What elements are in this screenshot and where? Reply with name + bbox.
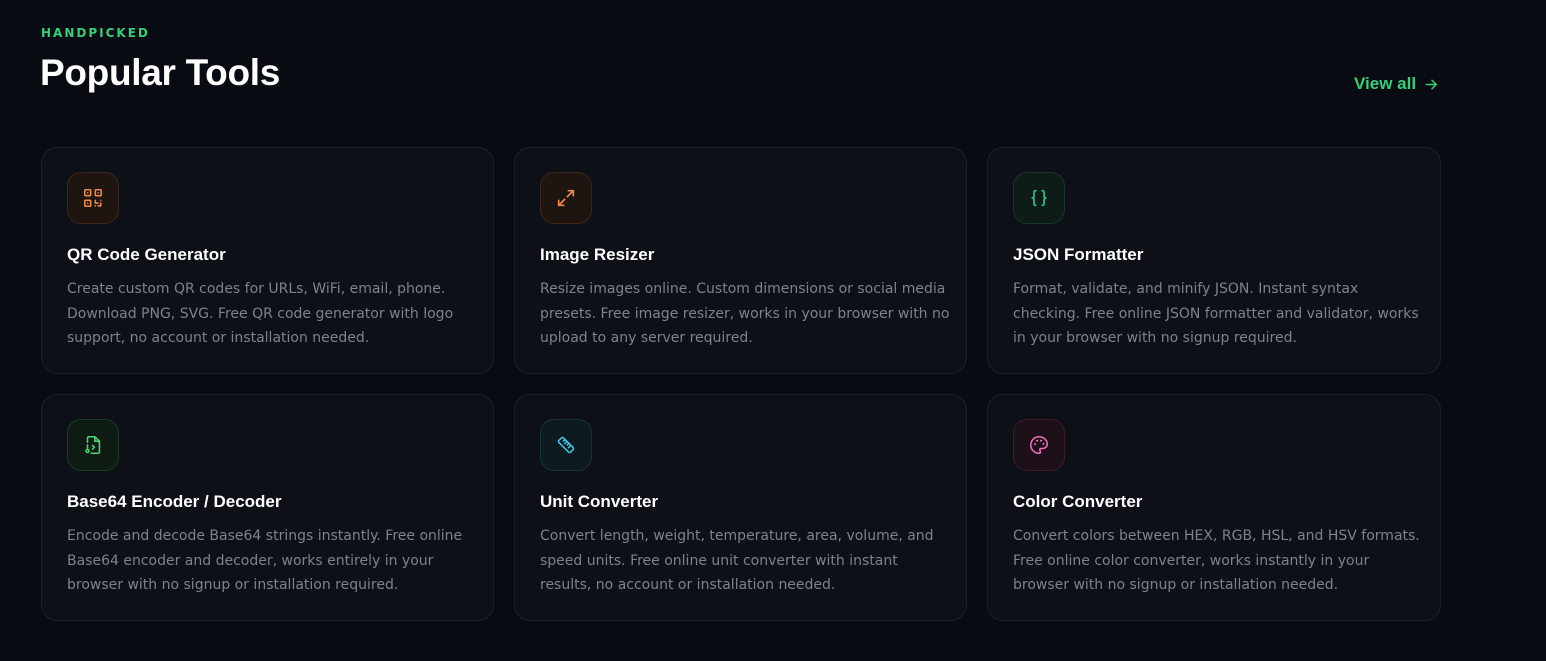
tool-description: Convert length, weight, temperature, are… — [540, 528, 934, 593]
arrow-right-icon — [1425, 79, 1437, 89]
tool-title: Unit Converter — [540, 492, 659, 511]
icon-box — [1013, 172, 1065, 224]
tool-card-unit-converter[interactable]: Unit Converter Convert length, weight, t… — [514, 394, 967, 621]
expand-arrows-icon — [557, 189, 575, 207]
tool-card-color-converter[interactable]: Color Converter Convert colors between H… — [987, 394, 1441, 621]
tool-title: Base64 Encoder / Decoder — [67, 492, 282, 511]
icon-box — [540, 419, 592, 471]
tool-description: Resize images online. Custom dimensions … — [540, 281, 950, 346]
tools-grid: QR Code Generator Create custom QR codes… — [41, 147, 1441, 621]
tool-title: Image Resizer — [540, 245, 655, 264]
section-eyebrow: HANDPICKED — [41, 26, 150, 40]
tool-card-base64-encoder-decoder[interactable]: Base64 Encoder / Decoder Encode and deco… — [41, 394, 494, 621]
popular-tools-section: HANDPICKED Popular Tools View all QR Cod… — [0, 0, 1546, 661]
curly-braces-icon — [1031, 189, 1047, 207]
palette-icon — [1029, 435, 1049, 455]
tool-description: Format, validate, and minify JSON. Insta… — [1013, 281, 1419, 346]
tool-card-json-formatter[interactable]: JSON Formatter Format, validate, and min… — [987, 147, 1441, 374]
section-title: Popular Tools — [40, 52, 281, 93]
icon-box — [67, 419, 119, 471]
tool-title: JSON Formatter — [1013, 245, 1144, 264]
qr-code-icon — [83, 188, 103, 208]
ruler-icon — [557, 436, 575, 454]
file-code-icon — [85, 435, 101, 455]
view-all-label: View all — [1354, 74, 1417, 93]
tool-description: Create custom QR codes for URLs, WiFi, e… — [67, 281, 454, 346]
icon-box — [1013, 419, 1065, 471]
tool-description: Encode and decode Base64 strings instant… — [67, 528, 463, 593]
view-all-link[interactable]: View all — [1354, 74, 1439, 94]
tool-title: Color Converter — [1013, 492, 1143, 511]
icon-box — [540, 172, 592, 224]
tool-description: Convert colors between HEX, RGB, HSL, an… — [1013, 528, 1420, 593]
tool-title: QR Code Generator — [67, 245, 226, 264]
icon-box — [67, 172, 119, 224]
tool-card-qr-code-generator[interactable]: QR Code Generator Create custom QR codes… — [41, 147, 494, 374]
tool-card-image-resizer[interactable]: Image Resizer Resize images online. Cust… — [514, 147, 967, 374]
